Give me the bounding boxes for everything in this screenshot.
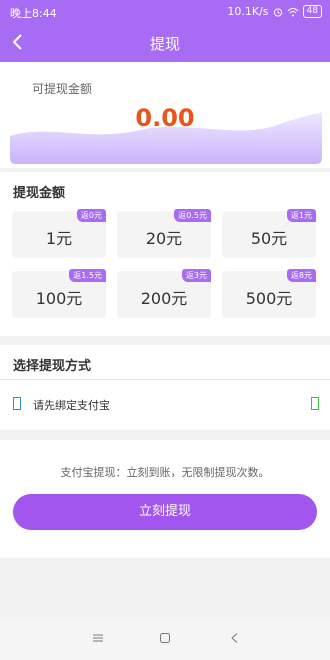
amount-value: 1元 [45, 229, 73, 248]
amount-value: 20元 [145, 229, 183, 248]
divider [0, 379, 330, 380]
wifi-icon [287, 7, 298, 16]
amount-value: 500元 [245, 289, 293, 308]
rebate-badge: 返3元 [181, 269, 211, 282]
amount-value: 100元 [35, 289, 83, 308]
network-speed: 10.1K/s [227, 5, 269, 18]
amount-option-20[interactable]: 返0.5元 20元 [117, 209, 211, 258]
amount-option-200[interactable]: 返3元 200元 [117, 269, 211, 318]
amount-option-50[interactable]: 返1元 50元 [222, 209, 316, 258]
alipay-icon [13, 397, 21, 410]
payment-method-title: 选择提现方式 [13, 359, 92, 374]
balance-card: 可提现金额 0.00 [0, 62, 330, 168]
radio-check-icon[interactable] [311, 397, 319, 410]
status-right: 10.1K/s 48 [227, 5, 322, 18]
amount-option-100[interactable]: 返1.5元 100元 [12, 269, 106, 318]
withdraw-now-button[interactable]: 立刻提现 [13, 494, 317, 530]
rebate-badge: 返0.5元 [174, 209, 211, 222]
back-icon[interactable] [229, 632, 241, 644]
submit-section: 支付宝提现：立刻到账，无限制提现次数。 立刻提现 [0, 440, 330, 558]
home-icon[interactable] [159, 632, 171, 644]
rebate-badge: 返1元 [286, 209, 316, 222]
balance-amount: 0.00 [135, 104, 195, 132]
amount-value: 50元 [250, 229, 288, 248]
status-bar: 晚上8:44 10.1K/s 48 [0, 0, 330, 24]
rebate-badge: 返0元 [76, 209, 106, 222]
menu-icon[interactable] [92, 632, 104, 644]
top-bar: 提现 [0, 24, 330, 62]
amount-option-1[interactable]: 返0元 1元 [12, 209, 106, 258]
alipay-bind-prompt: 请先绑定支付宝 [33, 399, 110, 412]
rebate-badge: 返8元 [286, 269, 316, 282]
system-nav-bar [0, 620, 330, 660]
amount-option-500[interactable]: 返8元 500元 [222, 269, 316, 318]
amount-section: 提现金额 返0元 1元 返0.5元 20元 返1元 50元 返1.5元 100元… [0, 172, 330, 336]
payment-method-section: 选择提现方式 请先绑定支付宝 [0, 345, 330, 430]
battery-indicator: 48 [302, 5, 322, 18]
status-time: 晚上8:44 [10, 7, 57, 20]
balance-label: 可提现金额 [32, 82, 93, 96]
amount-value: 200元 [140, 289, 188, 308]
page-title: 提现 [149, 35, 180, 53]
rebate-badge: 返1.5元 [69, 269, 106, 282]
amount-section-title: 提现金额 [13, 186, 66, 201]
alarm-icon [273, 7, 282, 17]
withdraw-note: 支付宝提现：立刻到账，无限制提现次数。 [60, 466, 270, 479]
